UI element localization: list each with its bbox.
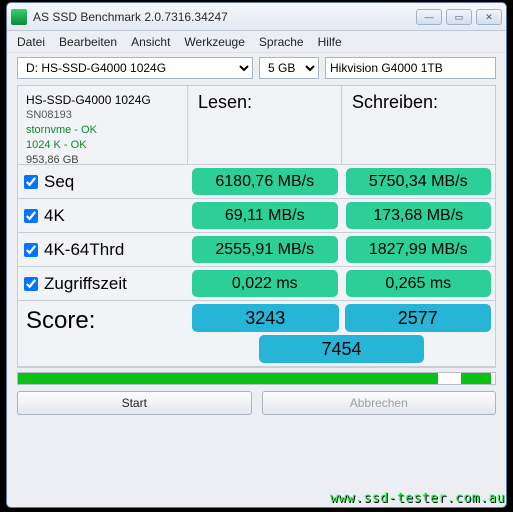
seq-read: 6180,76 MB/s bbox=[192, 168, 338, 195]
menu-view[interactable]: Ansicht bbox=[131, 35, 170, 49]
check-access[interactable] bbox=[24, 277, 38, 291]
device-capacity: 953,86 GB bbox=[26, 153, 179, 168]
check-seq[interactable] bbox=[24, 175, 38, 189]
row-4k64: 4K-64Thrd 2555,91 MB/s 1827,99 MB/s bbox=[18, 233, 495, 267]
progress-chunk bbox=[461, 373, 491, 384]
score-read: 3243 bbox=[192, 304, 339, 332]
size-select[interactable]: 5 GB bbox=[259, 57, 319, 79]
score-total: 7454 bbox=[259, 335, 423, 363]
4k-write: 173,68 MB/s bbox=[346, 202, 492, 229]
menu-language[interactable]: Sprache bbox=[259, 35, 304, 49]
titlebar[interactable]: AS SSD Benchmark 2.0.7316.34247 — ▭ ✕ bbox=[7, 3, 506, 31]
menubar: Datei Bearbeiten Ansicht Werkzeuge Sprac… bbox=[7, 31, 506, 53]
header-write: Schreiben: bbox=[342, 86, 495, 164]
progress-bar bbox=[17, 372, 496, 385]
device-model: HS-SSD-G4000 1024G bbox=[26, 92, 179, 108]
4k64-read: 2555,91 MB/s bbox=[192, 236, 338, 263]
device-name-input[interactable] bbox=[325, 57, 496, 79]
app-icon bbox=[11, 9, 27, 25]
top-controls: D: HS-SSD-G4000 1024G 5 GB bbox=[7, 53, 506, 85]
access-read: 0,022 ms bbox=[192, 270, 338, 297]
label-4k64: 4K-64Thrd bbox=[44, 240, 124, 260]
menu-edit[interactable]: Bearbeiten bbox=[59, 35, 117, 49]
score-write: 2577 bbox=[345, 304, 492, 332]
4k-read: 69,11 MB/s bbox=[192, 202, 338, 229]
device-info: HS-SSD-G4000 1024G SN08193 stornvme - OK… bbox=[18, 86, 188, 164]
label-seq: Seq bbox=[44, 172, 74, 192]
row-4k: 4K 69,11 MB/s 173,68 MB/s bbox=[18, 199, 495, 233]
score-row: Score: 3243 2577 7454 bbox=[18, 301, 495, 367]
device-align: 1024 K - OK bbox=[26, 138, 179, 153]
4k64-write: 1827,99 MB/s bbox=[346, 236, 492, 263]
device-driver: stornvme - OK bbox=[26, 123, 179, 138]
row-seq: Seq 6180,76 MB/s 5750,34 MB/s bbox=[18, 165, 495, 199]
start-button[interactable]: Start bbox=[17, 391, 252, 415]
score-label: Score: bbox=[18, 301, 188, 366]
app-window: AS SSD Benchmark 2.0.7316.34247 — ▭ ✕ Da… bbox=[6, 2, 507, 508]
window-controls: — ▭ ✕ bbox=[416, 9, 502, 25]
maximize-button[interactable]: ▭ bbox=[446, 9, 472, 25]
check-4k64[interactable] bbox=[24, 243, 38, 257]
drive-select[interactable]: D: HS-SSD-G4000 1024G bbox=[17, 57, 253, 79]
label-access: Zugriffszeit bbox=[44, 274, 127, 294]
results-panel: HS-SSD-G4000 1024G SN08193 stornvme - OK… bbox=[17, 85, 496, 368]
menu-tools[interactable]: Werkzeuge bbox=[184, 35, 244, 49]
label-4k: 4K bbox=[44, 206, 65, 226]
menu-file[interactable]: Datei bbox=[17, 35, 45, 49]
progress-fill bbox=[18, 373, 438, 384]
access-write: 0,265 ms bbox=[346, 270, 492, 297]
window-title: AS SSD Benchmark 2.0.7316.34247 bbox=[33, 10, 416, 24]
menu-help[interactable]: Hilfe bbox=[318, 35, 342, 49]
button-row: Start Abbrechen bbox=[7, 385, 506, 423]
abort-button[interactable]: Abbrechen bbox=[262, 391, 497, 415]
seq-write: 5750,34 MB/s bbox=[346, 168, 492, 195]
result-rows: Seq 6180,76 MB/s 5750,34 MB/s 4K 69,11 M… bbox=[18, 164, 495, 301]
header-read: Lesen: bbox=[188, 86, 342, 164]
minimize-button[interactable]: — bbox=[416, 9, 442, 25]
device-serial: SN08193 bbox=[26, 108, 179, 123]
check-4k[interactable] bbox=[24, 209, 38, 223]
row-access: Zugriffszeit 0,022 ms 0,265 ms bbox=[18, 267, 495, 301]
close-button[interactable]: ✕ bbox=[476, 9, 502, 25]
header-row: HS-SSD-G4000 1024G SN08193 stornvme - OK… bbox=[18, 86, 495, 164]
watermark: www.ssd-tester.com.au bbox=[330, 491, 505, 506]
